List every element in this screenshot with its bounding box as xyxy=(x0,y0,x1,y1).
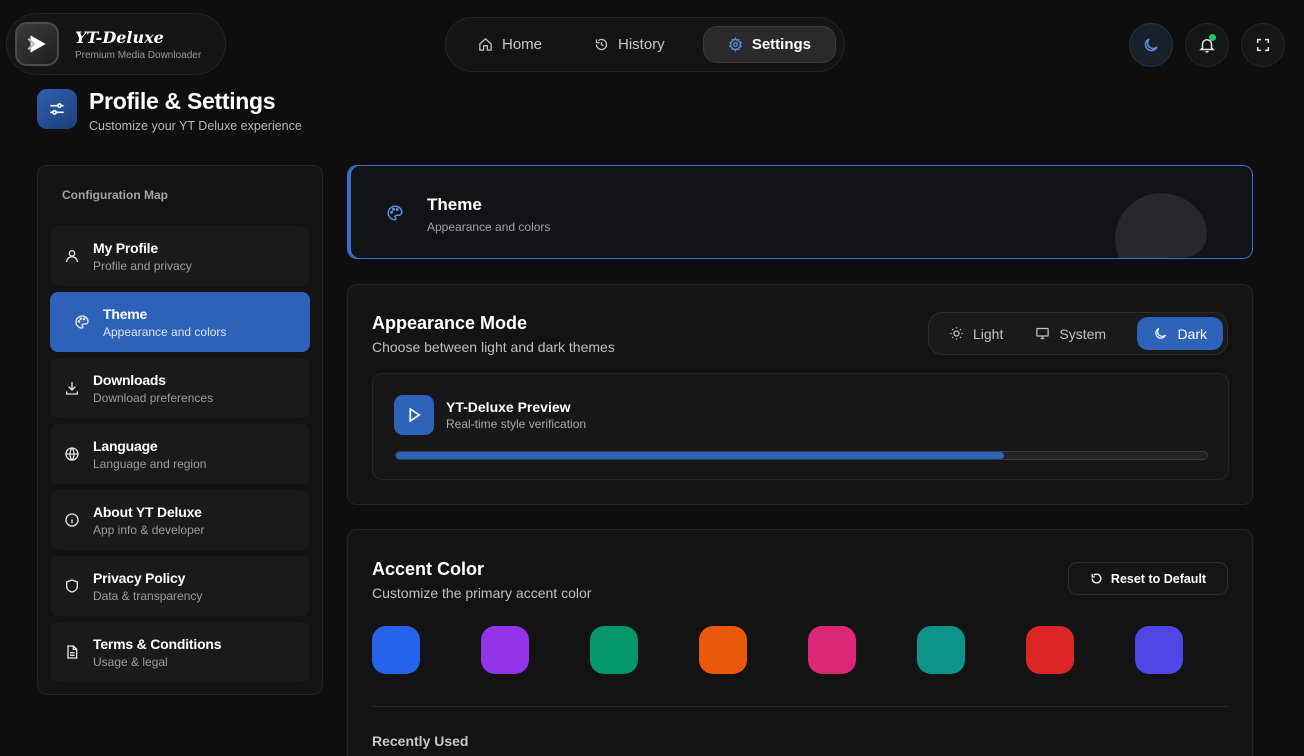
notifications-button[interactable] xyxy=(1185,23,1229,67)
palette-icon xyxy=(386,204,404,222)
accent-swatch-3[interactable] xyxy=(590,626,638,674)
sidebar-item-label: Privacy Policy xyxy=(93,569,186,586)
appearance-mode-panel: Appearance Mode Choose between light and… xyxy=(347,284,1253,505)
appearance-subtitle: Choose between light and dark themes xyxy=(372,339,615,355)
home-icon xyxy=(478,37,493,52)
mode-dark-label: Dark xyxy=(1177,325,1207,342)
sidebar-item-terms[interactable]: Terms & Conditions Usage & legal xyxy=(50,622,310,682)
palette-icon xyxy=(74,314,90,330)
theme-preview-card: YT-Deluxe Preview Real-time style verifi… xyxy=(372,373,1229,480)
accent-swatch-6[interactable] xyxy=(917,626,965,674)
sidebar-item-desc: Usage & legal xyxy=(93,654,168,669)
sidebar-item-downloads[interactable]: Downloads Download preferences xyxy=(50,358,310,418)
sidebar-item-desc: Download preferences xyxy=(93,390,214,405)
settings-sidebar: Configuration Map My Profile Profile and … xyxy=(37,165,323,695)
mode-light-button[interactable]: Light xyxy=(933,317,1019,350)
preview-progress-fill xyxy=(396,452,1005,459)
sun-icon xyxy=(949,326,964,341)
accent-color-panel: Accent Color Customize the primary accen… xyxy=(347,529,1253,756)
sidebar-item-label: Terms & Conditions xyxy=(93,635,222,652)
notification-dot xyxy=(1209,34,1216,41)
mode-system-button[interactable]: System xyxy=(1019,317,1122,350)
preview-title: YT-Deluxe Preview xyxy=(446,399,571,415)
sidebar-item-desc: Profile and privacy xyxy=(93,258,192,273)
accent-swatch-7[interactable] xyxy=(1026,626,1074,674)
section-title: Theme xyxy=(427,195,482,214)
appearance-title: Appearance Mode xyxy=(372,313,528,333)
moon-icon xyxy=(1142,36,1160,54)
accent-swatch-8[interactable] xyxy=(1135,626,1183,674)
sliders-icon xyxy=(37,89,77,129)
fullscreen-button[interactable] xyxy=(1241,23,1285,67)
brand-pill[interactable]: YT-Deluxe Premium Media Downloader xyxy=(6,13,226,75)
nav-history[interactable]: History xyxy=(570,26,689,63)
accent-subtitle: Customize the primary accent color xyxy=(372,585,592,601)
accent-swatches xyxy=(372,626,1183,674)
play-icon xyxy=(394,395,434,435)
app-logo-icon xyxy=(15,22,59,66)
mode-light-label: Light xyxy=(973,325,1004,342)
gear-icon xyxy=(728,37,743,52)
recently-used-label: Recently Used xyxy=(372,733,469,749)
sidebar-item-theme[interactable]: Theme Appearance and colors xyxy=(50,292,310,352)
sidebar-item-label: Theme xyxy=(103,305,148,322)
sidebar-item-privacy[interactable]: Privacy Policy Data & transparency xyxy=(50,556,310,616)
palette-watermark-icon xyxy=(1106,184,1216,258)
info-icon xyxy=(64,512,80,528)
history-icon xyxy=(594,37,609,52)
user-icon xyxy=(64,248,80,264)
document-icon xyxy=(64,644,80,660)
accent-swatch-4[interactable] xyxy=(699,626,747,674)
accent-title: Accent Color xyxy=(372,559,485,579)
nav-home[interactable]: Home xyxy=(454,26,566,63)
dark-mode-toggle[interactable] xyxy=(1129,23,1173,67)
sidebar-item-label: Language xyxy=(93,437,158,454)
appearance-mode-switch: Light System Dark xyxy=(928,312,1228,355)
reset-to-default-button[interactable]: Reset to Default xyxy=(1068,562,1228,595)
mode-system-label: System xyxy=(1059,325,1107,342)
sidebar-item-desc: Language and region xyxy=(93,456,207,471)
nav-history-label: History xyxy=(618,36,665,53)
sidebar-item-my-profile[interactable]: My Profile Profile and privacy xyxy=(50,226,310,286)
sidebar-item-label: My Profile xyxy=(93,239,158,256)
page-title: Profile & Settings xyxy=(89,88,276,114)
nav-settings-label: Settings xyxy=(751,36,811,53)
monitor-icon xyxy=(1035,326,1050,341)
main-nav: Home History Settings xyxy=(445,17,845,72)
sidebar-item-desc: Appearance and colors xyxy=(103,324,227,339)
reset-icon xyxy=(1090,572,1103,585)
section-header-card: Theme Appearance and colors xyxy=(347,165,1253,259)
accent-swatch-5[interactable] xyxy=(808,626,856,674)
globe-icon xyxy=(64,446,80,462)
sidebar-item-desc: App info & developer xyxy=(93,522,205,537)
preview-progress-bar xyxy=(395,451,1208,460)
accent-swatch-1[interactable] xyxy=(372,626,420,674)
sidebar-item-about[interactable]: About YT Deluxe App info & developer xyxy=(50,490,310,550)
reset-label: Reset to Default xyxy=(1110,571,1207,586)
sidebar-heading: Configuration Map xyxy=(62,188,168,202)
nav-settings[interactable]: Settings xyxy=(702,26,836,63)
sidebar-item-desc: Data & transparency xyxy=(93,588,203,603)
download-icon xyxy=(64,380,80,396)
sidebar-item-label: About YT Deluxe xyxy=(93,503,202,520)
shield-icon xyxy=(64,578,80,594)
moon-icon xyxy=(1153,326,1168,341)
sidebar-item-language[interactable]: Language Language and region xyxy=(50,424,310,484)
page-subtitle: Customize your YT Deluxe experience xyxy=(89,119,302,133)
brand-subtitle: Premium Media Downloader xyxy=(75,49,202,61)
divider xyxy=(372,706,1229,707)
accent-swatch-2[interactable] xyxy=(481,626,529,674)
preview-subtitle: Real-time style verification xyxy=(446,417,587,431)
sidebar-item-label: Downloads xyxy=(93,371,166,388)
fullscreen-icon xyxy=(1255,37,1271,53)
section-subtitle: Appearance and colors xyxy=(427,220,551,234)
brand-title: YT-Deluxe xyxy=(75,27,164,47)
nav-home-label: Home xyxy=(502,36,543,53)
mode-dark-button[interactable]: Dark xyxy=(1137,317,1223,350)
